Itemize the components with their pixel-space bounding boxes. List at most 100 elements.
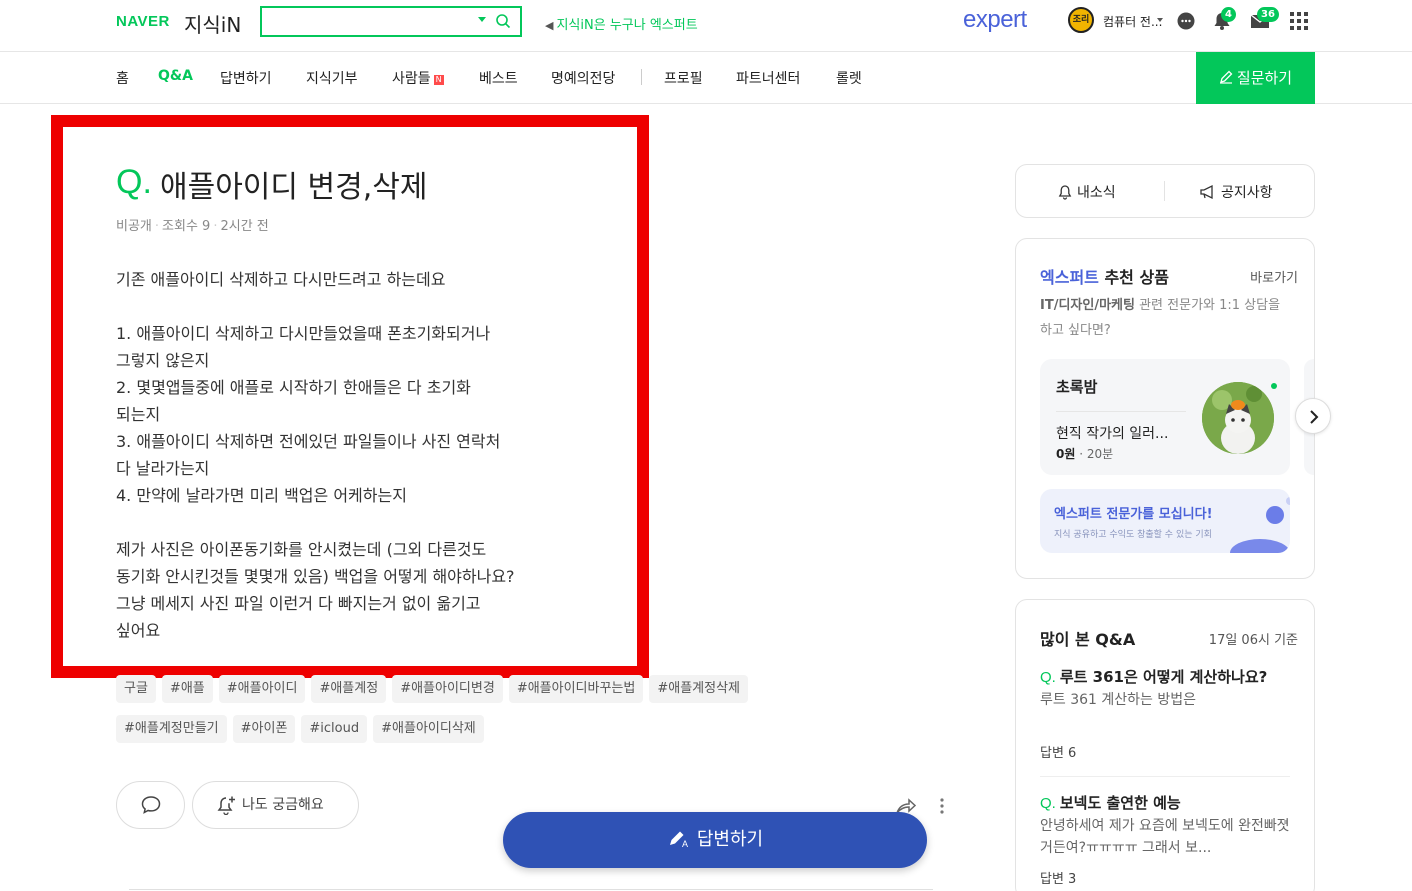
divider (129, 889, 933, 890)
tag[interactable]: #애플아이디삭제 (373, 715, 484, 743)
body-line: 4. 만약에 날라가면 미리 백업은 어케하는지 (116, 486, 407, 505)
nav-item-donation[interactable]: 지식기부 (306, 68, 358, 88)
popular-qna-title: 많이 본 Q&A (1040, 630, 1136, 649)
svg-text:A: A (682, 839, 688, 849)
question-mark: Q. (116, 163, 152, 201)
expert-recruit-banner[interactable]: 엑스퍼트 전문가를 모십니다! 지식 공유하고 수익도 창출할 수 있는 기회 (1040, 489, 1290, 553)
expert-description: IT/디자인/마케팅 관련 전문가와 1:1 상담을 하고 싶다면? (1040, 298, 1281, 338)
recruit-illustration (1230, 497, 1290, 553)
tag-list: 구글 #애플 #애플아이디 #애플계정 #애플아이디변경 #애플아이디바꾸는법 #애플계정삭… (116, 675, 846, 755)
recruit-title: 엑스퍼트 전문가를 모십니다! (1054, 507, 1213, 522)
next-card-button[interactable] (1295, 398, 1331, 434)
product-title: 현직 작가의 일러... (1056, 426, 1169, 442)
tab-notices[interactable]: 공지사항 (1199, 182, 1273, 202)
question-meta: 비공개 · 조회수 9 · 2시간 전 (116, 219, 269, 234)
question-title: 애플아이디 변경,삭제 (160, 170, 428, 205)
answer-label: 답변하기 (696, 829, 764, 850)
body-line: 그렇지 않은지 (116, 351, 210, 370)
tag[interactable]: #애플아이디변경 (392, 675, 503, 703)
view-count: 조회수 9 (162, 219, 211, 234)
curious-button[interactable]: 나도 궁금해요 (192, 781, 359, 829)
answer-button[interactable]: A 답변하기 (503, 812, 927, 868)
online-indicator (1271, 383, 1277, 389)
recruit-subtitle: 지식 공유하고 수익도 창출할 수 있는 기회 (1054, 530, 1212, 540)
body-line: 제가 사진은 아이폰동기화를 안시켰는데 (그외 다른것도 (116, 540, 487, 559)
tab-my-news[interactable]: 내소식 (1057, 182, 1116, 202)
nav-item-qna[interactable]: Q&A (158, 68, 193, 84)
go-to-link[interactable]: 바로가기 (1250, 267, 1298, 286)
popular-question-body[interactable]: 루트 361 계산하는 방법은 (1040, 689, 1290, 711)
tab-notices-label: 공지사항 (1221, 185, 1273, 201)
new-badge: N (433, 75, 444, 85)
notice-text: 지식iN은 누구나 엑스퍼트 (556, 18, 698, 33)
body-line: 되는지 (116, 405, 161, 424)
body-line (116, 509, 586, 536)
more-options-icon[interactable] (937, 796, 947, 816)
nav-item-best[interactable]: 베스트 (479, 68, 518, 88)
body-line: 다 날라가는지 (116, 459, 210, 478)
comment-icon (141, 796, 161, 814)
pen-icon: A (669, 831, 688, 849)
answer-count: 답변 3 (1040, 872, 1077, 887)
tag[interactable]: #icloud (301, 715, 368, 743)
body-line (116, 293, 586, 320)
search-icon[interactable] (495, 13, 511, 29)
posted-time: 2시간 전 (220, 219, 269, 234)
user-name[interactable]: 컴퓨터 전... (1103, 13, 1162, 30)
ask-question-button[interactable]: 질문하기 (1196, 52, 1315, 104)
chevron-down-icon[interactable] (1157, 18, 1163, 22)
comment-button[interactable] (116, 781, 185, 829)
tag[interactable]: #애플 (161, 675, 213, 703)
chevron-right-icon (1310, 410, 1319, 424)
tag[interactable]: #애플계정 (311, 675, 387, 703)
expert-section-title: 엑스퍼트 추천 상품 (1040, 268, 1169, 287)
tab-divider (1164, 181, 1165, 201)
popular-question-body[interactable]: 안녕하세여 제가 요즘에 보넥도에 완전빠졋거든여?ㅠㅠㅠㅠ 그래서 보... (1040, 815, 1290, 859)
chat-icon[interactable] (1175, 10, 1197, 32)
nav-item-hall-of-fame[interactable]: 명예의전당 (551, 68, 615, 88)
message-badge: 36 (1257, 7, 1279, 22)
nav-item-partner-center[interactable]: 파트너센터 (736, 68, 800, 88)
popular-qna-box: 많이 본 Q&A 17일 06시 기준 Q. 루트 361은 어떻게 계산하나요?… (1015, 599, 1315, 891)
item-divider (1040, 776, 1290, 777)
bell-icon (1058, 185, 1072, 200)
expert-photo (1202, 382, 1274, 454)
naver-logo[interactable]: NAVER (116, 13, 170, 30)
body-line: 1. 애플아이디 삭제하고 다시만들었을때 폰초기화되거나 (116, 324, 491, 343)
notification-badge: 4 (1221, 7, 1236, 22)
nav-item-roulette[interactable]: 롤렛 (836, 68, 862, 88)
apps-grid-icon[interactable] (1288, 10, 1310, 32)
nav-item-home[interactable]: 홈 (116, 68, 129, 88)
body-line: 동기화 안시킨것들 몇몇개 있음) 백업을 어떻게 해야하나요? (116, 567, 515, 586)
nav-item-profile[interactable]: 프로필 (664, 68, 703, 88)
body-line: 그냥 메세지 사진 파일 이런거 다 빠지는거 없이 옮기고 (116, 594, 481, 613)
tag[interactable]: #애플계정삭제 (649, 675, 749, 703)
mini-tabs-box: 내소식 공지사항 (1015, 164, 1315, 218)
jisikin-logo[interactable]: 지식iN (184, 9, 241, 38)
nav-item-people[interactable]: 사람들 N (392, 68, 444, 88)
pencil-icon (1219, 70, 1233, 84)
tag[interactable]: #아이폰 (232, 715, 296, 743)
card-divider (1056, 411, 1186, 412)
tag[interactable]: #애플계정만들기 (116, 715, 227, 743)
expert-logo[interactable]: expert (963, 6, 1027, 34)
popular-question-title[interactable]: Q. 보넥도 출연한 예능 (1040, 792, 1181, 813)
tag[interactable]: 구글 (116, 675, 156, 703)
tag[interactable]: #애플아이디바꾸는법 (508, 675, 644, 703)
tag[interactable]: #애플아이디 (218, 675, 306, 703)
expert-product-card[interactable]: 초록밤 현직 작가의 일러... 0원 · 20분 (1040, 359, 1290, 475)
speaker-icon: ◀ (545, 19, 554, 32)
nav-item-answer[interactable]: 답변하기 (220, 68, 272, 88)
search-input[interactable] (260, 6, 522, 37)
answer-count: 답변 6 (1040, 746, 1077, 761)
notice-link[interactable]: ◀ 지식iN은 누구나 엑스퍼트 (545, 14, 698, 33)
top-header: NAVER 지식iN ◀ 지식iN은 누구나 엑스퍼트 expert 조리 컴퓨터… (0, 0, 1412, 52)
chevron-down-icon[interactable] (478, 17, 486, 22)
body-line: 2. 몇몇앱들중에 애플로 시작하기 한애들은 다 초기화 (116, 378, 471, 397)
curious-label: 나도 궁금해요 (242, 797, 324, 813)
nav-divider (641, 69, 642, 85)
body-line: 기존 애플아이디 삭제하고 다시만드려고 하는데요 (116, 270, 446, 289)
avatar[interactable]: 조리 (1068, 7, 1094, 33)
ask-question-label: 질문하기 (1236, 69, 1293, 87)
popular-question-title[interactable]: Q. 루트 361은 어떻게 계산하나요? (1040, 666, 1267, 687)
